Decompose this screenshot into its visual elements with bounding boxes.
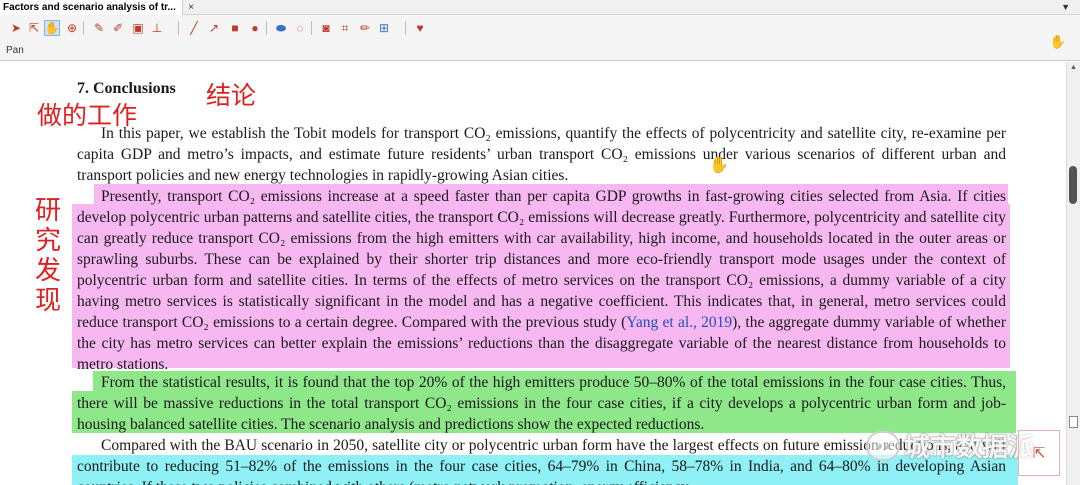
- select-text-icon[interactable]: ⇱: [26, 20, 42, 36]
- scroll-thumb[interactable]: [1069, 166, 1077, 204]
- toolbar-separator: [178, 21, 179, 35]
- tab-close-icon[interactable]: ×: [184, 0, 198, 15]
- watermark-logo-icon: ◕◕: [866, 430, 900, 461]
- ruler-icon[interactable]: ✏: [357, 20, 373, 36]
- annotation-conclusion: 结论: [206, 81, 257, 110]
- stamp-icon[interactable]: ⊥: [149, 20, 165, 36]
- hand-cursor-icon: ✋: [709, 157, 729, 174]
- select-arrow-icon[interactable]: ➤: [8, 20, 24, 36]
- snapshot-icon[interactable]: ◙: [318, 20, 334, 36]
- eraser-icon[interactable]: ⬬: [273, 20, 289, 36]
- vertical-scrollbar[interactable]: ▲: [1066, 62, 1080, 485]
- side-panel-hand-icon[interactable]: ✋: [1050, 34, 1066, 50]
- paragraph-statistics: From the statistical results, it is foun…: [77, 374, 1006, 433]
- rectangle-icon[interactable]: ■: [227, 20, 243, 36]
- lasso-icon[interactable]: ◌: [292, 20, 308, 36]
- watermark-text: 城市数据派: [904, 433, 1035, 463]
- favorite-heart-icon[interactable]: ♥: [412, 20, 428, 36]
- arrow-icon[interactable]: ↗: [206, 20, 222, 36]
- toolbar-separator: [83, 21, 84, 35]
- pan-hand-icon[interactable]: ✋: [44, 20, 60, 36]
- paragraph-findings: Presently, transport CO₂ emissions incre…: [77, 186, 1006, 375]
- insert-image-icon[interactable]: ⊞: [376, 20, 392, 36]
- document-tab[interactable]: Factors and scenario analysis of tr...: [0, 0, 183, 15]
- corner-cursor-button[interactable]: ⇱: [1018, 430, 1060, 476]
- zoom-icon[interactable]: ⊕: [64, 20, 80, 36]
- line-icon[interactable]: ╱: [186, 20, 202, 36]
- ellipse-icon[interactable]: ●: [247, 20, 263, 36]
- toolbar-separator: [266, 21, 267, 35]
- annotation-findings: 研究发现: [34, 196, 61, 316]
- paragraph-intro: In this paper, we establish the Tobit mo…: [77, 125, 1006, 184]
- scroll-up-icon[interactable]: ▲: [1067, 62, 1080, 74]
- window-menu-icon[interactable]: ▼: [1061, 0, 1070, 15]
- paragraph-findings-text: Presently, transport CO₂ emissions incre…: [77, 188, 1006, 331]
- pdf-page[interactable]: 7. Conclusions 结论 做的工作 研究发现 In this pape…: [0, 62, 1066, 485]
- highlighter-icon[interactable]: ✎: [91, 20, 107, 36]
- active-tool-label: Pan: [6, 45, 24, 56]
- annotation-toolbar: ➤ ⇱ ✋ ⊕ ✎ ✐ ▣ ⊥ ╱ ↗ ■ ● ⬬ ◌ ◙ ⌗ ✏ ⊞ ♥ Pan ✋: [0, 15, 1080, 61]
- pen-icon[interactable]: ✐: [110, 20, 126, 36]
- title-bar: Factors and scenario analysis of tr... ×…: [0, 0, 1080, 15]
- toolbar-separator: [311, 21, 312, 35]
- crop-icon[interactable]: ⌗: [337, 20, 353, 36]
- citation-link[interactable]: Yang et al., 2019: [626, 314, 732, 331]
- image-icon[interactable]: ▣: [130, 20, 146, 36]
- watermark: ◕◕ 城市数据派: [866, 427, 1034, 464]
- toolbar-separator: [405, 21, 406, 35]
- scroll-marker: [1069, 416, 1078, 428]
